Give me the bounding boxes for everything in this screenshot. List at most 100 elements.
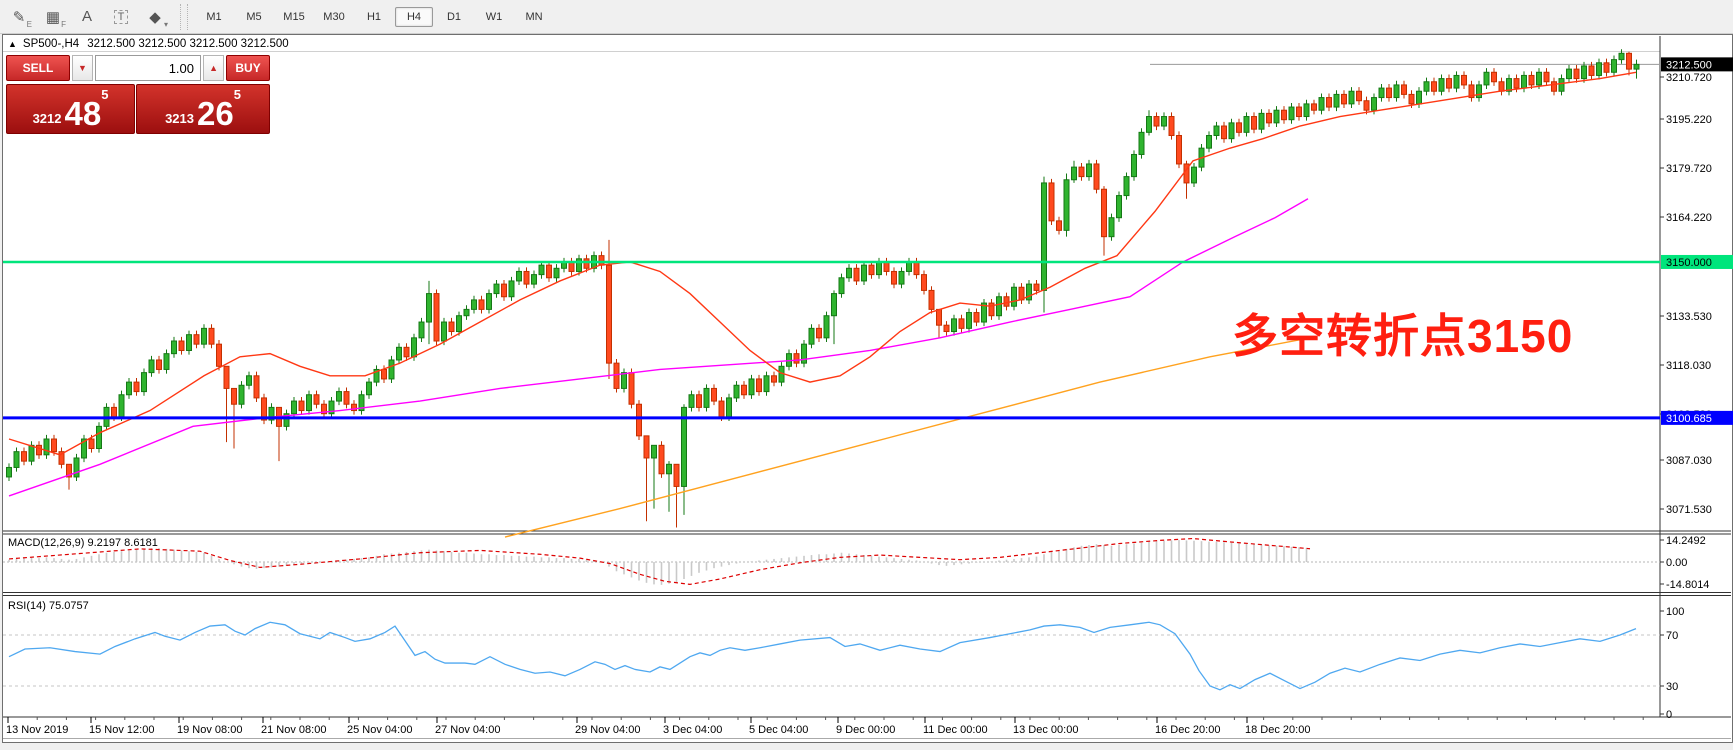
candle: [1559, 79, 1564, 92]
candle: [217, 344, 222, 366]
candle: [659, 445, 664, 473]
candle: [524, 271, 529, 284]
candle: [1154, 117, 1159, 126]
candle: [397, 347, 402, 360]
candle: [704, 388, 709, 407]
rsi-tick-label: 100: [1666, 606, 1684, 618]
candle: [577, 259, 582, 272]
candle: [1582, 66, 1587, 79]
candle: [404, 347, 409, 356]
candle: [134, 382, 139, 391]
candle: [1492, 72, 1497, 81]
buy-button[interactable]: BUY: [226, 55, 270, 81]
candle: [464, 309, 469, 315]
candle: [14, 452, 19, 468]
candle: [1477, 85, 1482, 98]
candle: [29, 445, 34, 461]
candle: [1567, 69, 1572, 78]
collapse-arrow-icon[interactable]: ▲: [8, 39, 17, 49]
candle: [689, 395, 694, 408]
candle: [119, 395, 124, 417]
candle: [172, 341, 177, 354]
candle: [554, 268, 559, 277]
chart-annotation-text: 多空转折点3150: [1232, 300, 1573, 366]
candle: [914, 262, 919, 275]
time-tick-label: 5 Dec 04:00: [749, 724, 808, 736]
candle: [757, 379, 762, 392]
candle: [749, 379, 754, 395]
candle: [472, 300, 477, 309]
candle: [247, 376, 252, 385]
candle: [292, 401, 297, 414]
candle: [719, 401, 724, 417]
volume-increase-button[interactable]: ▲: [203, 55, 224, 81]
candle: [1297, 107, 1302, 116]
candle: [442, 322, 447, 341]
time-tick-label: 18 Dec 20:00: [1245, 724, 1310, 736]
candle: [1319, 98, 1324, 111]
candle: [1334, 94, 1339, 107]
candle: [607, 265, 612, 363]
candle: [794, 354, 799, 363]
candle: [1402, 85, 1407, 94]
candle: [1192, 167, 1197, 183]
volume-input[interactable]: [95, 55, 201, 81]
price-tick-label: 3133.530: [1666, 311, 1712, 323]
candle: [1454, 75, 1459, 88]
candle: [307, 395, 312, 411]
candle: [862, 265, 867, 281]
candle: [1409, 94, 1414, 103]
candle: [1357, 91, 1362, 100]
candle: [1147, 117, 1152, 133]
candle: [494, 284, 499, 293]
sell-button[interactable]: SELL: [6, 55, 70, 81]
candle: [1207, 136, 1212, 149]
candle: [1574, 69, 1579, 78]
volume-decrease-button[interactable]: ▼: [72, 55, 93, 81]
candle: [1552, 82, 1557, 91]
candle: [1342, 94, 1347, 103]
ohlc-quotes: 3212.500 3212.500 3212.500 3212.500: [87, 38, 288, 50]
candle: [74, 458, 79, 477]
candle: [434, 294, 439, 341]
candle: [239, 385, 244, 404]
buy-price-box[interactable]: 3213 26 5: [136, 84, 270, 134]
candle: [547, 265, 552, 278]
rsi-indicator-label: RSI(14) 75.0757: [8, 600, 89, 612]
candle: [899, 271, 904, 284]
candle: [569, 262, 574, 271]
candle: [194, 335, 199, 344]
candle: [727, 398, 732, 417]
candle: [1259, 113, 1264, 129]
candle: [1372, 98, 1377, 111]
candle: [1102, 189, 1107, 236]
buy-price-small: 3213: [165, 109, 194, 129]
macd-indicator-label: MACD(12,26,9) 9.2197 8.6181: [8, 537, 158, 549]
candle: [1057, 221, 1062, 230]
candle: [457, 316, 462, 332]
candle: [884, 262, 889, 271]
time-tick-label: 13 Nov 2019: [6, 724, 68, 736]
sell-price-box[interactable]: 3212 48 5: [6, 84, 135, 134]
candle: [1394, 85, 1399, 98]
candle: [1079, 167, 1084, 176]
time-tick-label: 3 Dec 04:00: [663, 724, 722, 736]
candle: [157, 360, 162, 369]
price-tick-label: 3071.530: [1666, 504, 1712, 516]
candle: [1222, 126, 1227, 139]
price-tick-label: 3087.030: [1666, 455, 1712, 467]
candle: [974, 313, 979, 322]
candle: [959, 319, 964, 328]
price-tick-label: 3164.220: [1666, 212, 1712, 224]
candle: [532, 275, 537, 284]
time-tick-label: 16 Dec 20:00: [1155, 724, 1220, 736]
candle: [734, 385, 739, 398]
candle: [1034, 284, 1039, 290]
candle: [1282, 110, 1287, 119]
candle: [824, 316, 829, 338]
candle: [667, 464, 672, 473]
rsi-tick-label: 30: [1666, 681, 1678, 693]
candle: [1432, 82, 1437, 91]
candle: [1274, 110, 1279, 123]
sell-price-big: 48: [64, 99, 101, 129]
